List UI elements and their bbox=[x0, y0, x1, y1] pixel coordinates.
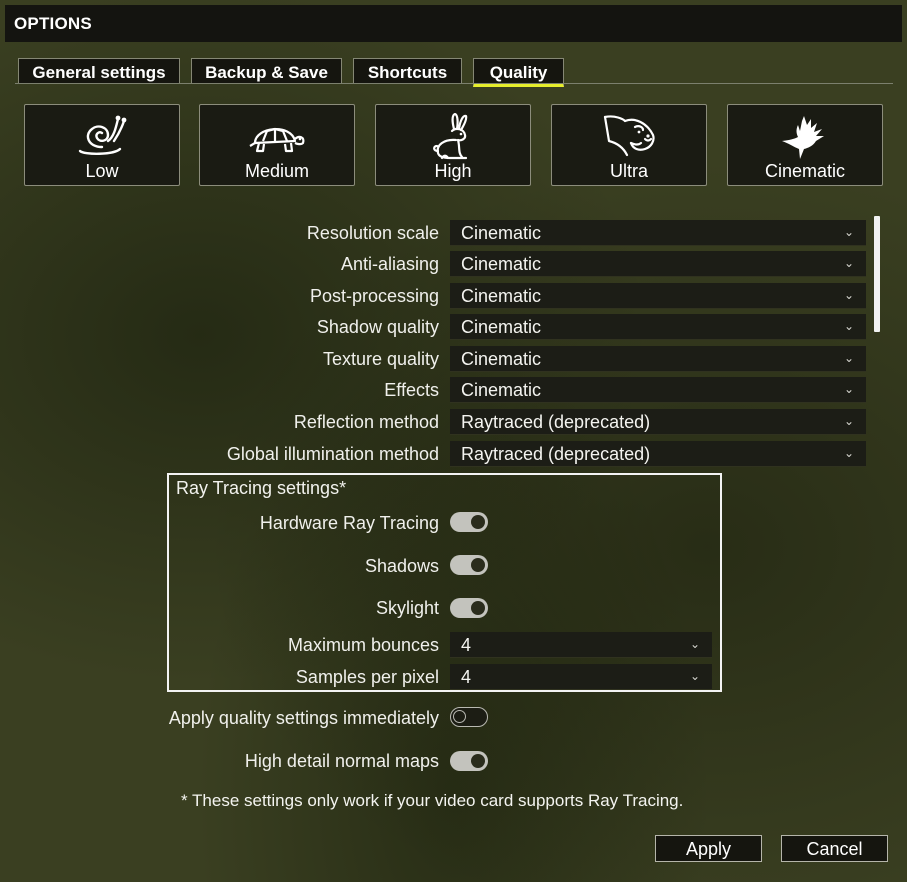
ray-tracing-group bbox=[167, 473, 722, 692]
resolution-scale-label: Resolution scale bbox=[306, 223, 439, 243]
skylight-label: Skylight bbox=[375, 598, 439, 618]
post-processing-value: Cinematic bbox=[461, 286, 542, 306]
preset-low-label: Low bbox=[85, 161, 119, 181]
samples-per-pixel-label: Samples per pixel bbox=[295, 667, 439, 687]
samples-per-pixel-dropdown[interactable]: 4 ⌄ bbox=[450, 664, 712, 690]
samples-per-pixel-value: 4 bbox=[461, 667, 472, 687]
chevron-down-icon: ⌄ bbox=[689, 669, 700, 683]
tab-general-settings[interactable]: General settings bbox=[18, 58, 180, 84]
snail-icon bbox=[78, 115, 127, 155]
preset-medium-button[interactable]: Medium bbox=[199, 104, 355, 186]
toggle-knob bbox=[471, 601, 485, 615]
preset-ultra-button[interactable]: Ultra bbox=[551, 104, 707, 186]
preset-cinematic-label: Cinematic bbox=[764, 161, 846, 181]
maximum-bounces-label: Maximum bounces bbox=[287, 635, 439, 655]
high-detail-normal-maps-toggle[interactable] bbox=[450, 751, 488, 771]
resolution-scale-value: Cinematic bbox=[461, 223, 542, 243]
toggle-knob bbox=[471, 558, 485, 572]
rabbit-icon bbox=[433, 113, 468, 160]
chevron-down-icon: ⌄ bbox=[843, 319, 854, 333]
maximum-bounces-value: 4 bbox=[461, 635, 472, 655]
cheetah-icon bbox=[603, 115, 655, 157]
toggle-knob bbox=[471, 754, 485, 768]
chevron-down-icon: ⌄ bbox=[843, 225, 854, 239]
reflection-method-label: Reflection method bbox=[293, 412, 439, 432]
toggle-knob bbox=[471, 515, 485, 529]
anti-aliasing-dropdown[interactable]: Cinematic ⌄ bbox=[450, 251, 866, 277]
skylight-toggle[interactable] bbox=[450, 598, 488, 618]
reflection-method-dropdown[interactable]: Raytraced (deprecated) ⌄ bbox=[450, 409, 866, 435]
shadows-label: Shadows bbox=[364, 556, 439, 576]
tab-shortcuts[interactable]: Shortcuts bbox=[353, 58, 462, 84]
preset-cinematic-button[interactable]: Cinematic bbox=[727, 104, 883, 186]
texture-quality-value: Cinematic bbox=[461, 349, 542, 369]
anti-aliasing-value: Cinematic bbox=[461, 254, 542, 274]
preset-high-label: High bbox=[434, 161, 472, 181]
resolution-scale-dropdown[interactable]: Cinematic ⌄ bbox=[450, 220, 866, 246]
chevron-down-icon: ⌄ bbox=[843, 446, 854, 460]
global-illumination-value: Raytraced (deprecated) bbox=[461, 444, 651, 464]
effects-label: Effects bbox=[384, 380, 439, 400]
hardware-ray-tracing-toggle[interactable] bbox=[450, 512, 488, 532]
shadow-quality-value: Cinematic bbox=[461, 317, 542, 337]
texture-quality-dropdown[interactable]: Cinematic ⌄ bbox=[450, 346, 866, 372]
preset-medium-label: Medium bbox=[244, 161, 310, 181]
chevron-down-icon: ⌄ bbox=[843, 414, 854, 428]
chevron-down-icon: ⌄ bbox=[843, 288, 854, 302]
shadow-quality-label: Shadow quality bbox=[316, 317, 439, 337]
ray-tracing-title: Ray Tracing settings* bbox=[176, 478, 347, 498]
preset-ultra-label: Ultra bbox=[609, 161, 648, 181]
hummingbird-icon bbox=[782, 116, 824, 159]
texture-quality-label: Texture quality bbox=[322, 349, 439, 369]
window-title: OPTIONS bbox=[5, 5, 902, 42]
chevron-down-icon: ⌄ bbox=[843, 351, 854, 365]
maximum-bounces-dropdown[interactable]: 4 ⌄ bbox=[450, 632, 712, 658]
effects-value: Cinematic bbox=[461, 380, 542, 400]
hardware-ray-tracing-label: Hardware Ray Tracing bbox=[259, 513, 439, 533]
turtle-icon bbox=[249, 127, 305, 153]
tab-divider bbox=[15, 83, 893, 84]
post-processing-dropdown[interactable]: Cinematic ⌄ bbox=[450, 283, 866, 309]
scrollbar-thumb[interactable] bbox=[874, 216, 880, 332]
post-processing-label: Post-processing bbox=[309, 286, 439, 306]
high-detail-normal-maps-label: High detail normal maps bbox=[244, 751, 439, 771]
shadows-toggle[interactable] bbox=[450, 555, 488, 575]
chevron-down-icon: ⌄ bbox=[843, 256, 854, 270]
toggle-knob bbox=[453, 710, 466, 723]
cancel-button[interactable]: Cancel bbox=[781, 835, 888, 862]
effects-dropdown[interactable]: Cinematic ⌄ bbox=[450, 377, 866, 403]
global-illumination-label: Global illumination method bbox=[226, 444, 439, 464]
apply-immediately-label: Apply quality settings immediately bbox=[168, 708, 439, 728]
global-illumination-dropdown[interactable]: Raytraced (deprecated) ⌄ bbox=[450, 441, 866, 467]
tab-backup-save[interactable]: Backup & Save bbox=[191, 58, 342, 84]
anti-aliasing-label: Anti-aliasing bbox=[340, 254, 439, 274]
ray-tracing-footnote: * These settings only work if your video… bbox=[181, 791, 684, 810]
chevron-down-icon: ⌄ bbox=[689, 637, 700, 651]
preset-low-button[interactable]: Low bbox=[24, 104, 180, 186]
shadow-quality-dropdown[interactable]: Cinematic ⌄ bbox=[450, 314, 866, 340]
apply-immediately-toggle[interactable] bbox=[450, 707, 488, 727]
preset-high-button[interactable]: High bbox=[375, 104, 531, 186]
reflection-method-value: Raytraced (deprecated) bbox=[461, 412, 651, 432]
apply-button[interactable]: Apply bbox=[655, 835, 762, 862]
chevron-down-icon: ⌄ bbox=[843, 382, 854, 396]
